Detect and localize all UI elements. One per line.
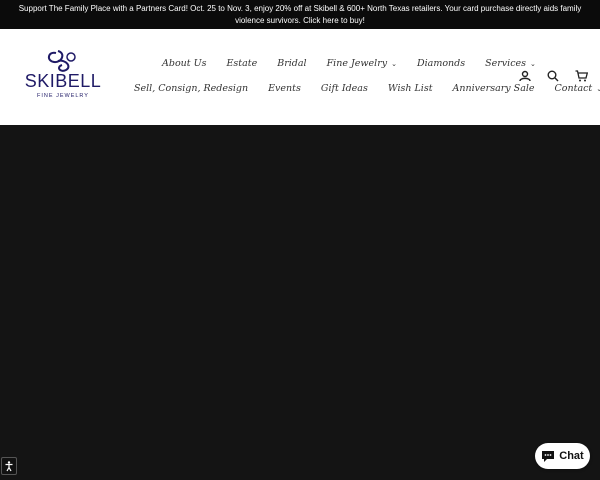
nav-gift-ideas[interactable]: Gift Ideas	[311, 83, 378, 94]
nav-services[interactable]: Services ⌄	[475, 58, 546, 69]
nav-label: Bridal	[277, 58, 307, 69]
site-header: SKIBELL FINE JEWELRY About Us Estate Bri…	[0, 29, 600, 126]
nav-label: Wish List	[387, 83, 433, 94]
hero-section	[0, 125, 600, 480]
nav-anniversary-sale[interactable]: Anniversary Sale	[443, 83, 545, 94]
main-nav-row-1: About Us Estate Bridal Fine Jewelry ⌄ Dia…	[152, 58, 546, 69]
announcement-text[interactable]: Support The Family Place with a Partners…	[18, 3, 582, 27]
nav-label: Services	[485, 58, 527, 69]
nav-bridal[interactable]: Bridal	[267, 58, 316, 69]
nav-label: Diamonds	[417, 58, 466, 69]
logo-brand: SKIBELL	[24, 71, 102, 91]
cart-icon[interactable]	[574, 69, 588, 83]
nav-fine-jewelry[interactable]: Fine Jewelry ⌄	[317, 58, 407, 69]
accessibility-icon	[5, 460, 13, 471]
nav-label: Fine Jewelry	[326, 58, 388, 69]
nav-label: Contact	[554, 83, 593, 94]
nav-label: Sell, Consign, Redesign	[134, 83, 249, 94]
account-icon[interactable]	[518, 69, 532, 83]
accessibility-button[interactable]	[1, 457, 17, 475]
nav-diamonds[interactable]: Diamonds	[407, 58, 475, 69]
nav-label: Gift Ideas	[320, 83, 368, 94]
chat-button[interactable]: Chat	[535, 443, 590, 469]
chevron-down-icon: ⌄	[530, 59, 536, 68]
logo-monogram-icon	[48, 50, 76, 72]
announcement-bar[interactable]: Support The Family Place with a Partners…	[0, 0, 600, 29]
search-icon[interactable]	[546, 69, 560, 83]
nav-label: Anniversary Sale	[452, 83, 535, 94]
logo-subtitle: FINE JEWELRY	[37, 93, 89, 99]
nav-estate[interactable]: Estate	[217, 58, 268, 69]
chat-label: Chat	[559, 450, 584, 462]
nav-contact[interactable]: Contact ⌄	[545, 83, 600, 94]
chevron-down-icon: ⌄	[596, 84, 600, 93]
logo[interactable]: SKIBELL FINE JEWELRY	[18, 49, 108, 105]
nav-label: Estate	[226, 58, 258, 69]
chat-bubble-icon	[542, 450, 555, 462]
nav-label: About Us	[162, 58, 207, 69]
main-nav-row-2: Sell, Consign, Redesign Events Gift Idea…	[124, 83, 600, 94]
nav-wish-list[interactable]: Wish List	[378, 83, 443, 94]
nav-sell-consign-redesign[interactable]: Sell, Consign, Redesign	[124, 83, 258, 94]
chevron-down-icon: ⌄	[391, 59, 397, 68]
nav-events[interactable]: Events	[258, 83, 311, 94]
nav-label: Events	[268, 83, 301, 94]
header-icons	[518, 69, 588, 83]
nav-about-us[interactable]: About Us	[152, 58, 217, 69]
